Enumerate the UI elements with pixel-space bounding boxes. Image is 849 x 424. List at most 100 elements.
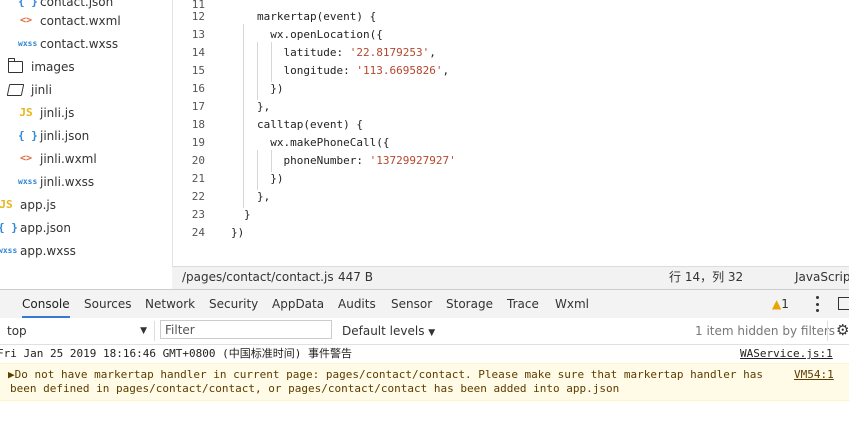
tree-item-app-json[interactable]: { } app.json: [0, 218, 71, 238]
tree-item-jinli-wxml[interactable]: <> jinli.wxml: [18, 149, 97, 169]
tree-item-label: contact.wxss: [40, 37, 119, 51]
tree-item-label: jinli.wxss: [40, 175, 95, 189]
tab-audits[interactable]: Audits: [338, 290, 376, 318]
context-selector[interactable]: top ▼: [6, 321, 150, 342]
code-line: wx.makePhoneCall({: [257, 136, 390, 149]
tree-item-images-folder[interactable]: images: [8, 57, 75, 77]
wxss-icon: wxss: [0, 246, 18, 255]
file-tree: { } contact.json <> contact.wxml wxss co…: [0, 0, 173, 266]
tab-sources[interactable]: Sources: [84, 290, 131, 318]
js-icon: JS: [0, 198, 13, 211]
source-link[interactable]: VM54:1: [794, 368, 834, 381]
wxss-icon: wxss: [18, 177, 38, 186]
tab-console[interactable]: Console: [22, 290, 70, 318]
dropdown-arrow-icon: ▼: [140, 326, 147, 336]
line-number: 17: [191, 100, 205, 113]
line-number: 20: [191, 154, 205, 167]
console-message-text: Fri Jan 25 2019 18:16:46 GMT+0800 (中国标准时…: [0, 347, 353, 360]
log-levels-dropdown[interactable]: Default levels ▼: [342, 322, 435, 342]
line-number: 18: [191, 118, 205, 131]
cursor-position[interactable]: 行 14，列 32: [669, 267, 743, 288]
tree-item-label: jinli: [31, 83, 52, 97]
code-line: wx.openLocation({: [257, 28, 383, 41]
tree-item-contact-wxml[interactable]: <> contact.wxml: [18, 11, 121, 31]
tab-sensor[interactable]: Sensor: [391, 290, 432, 318]
devtools-tabbar: Console Sources Network Security AppData…: [0, 289, 849, 319]
code-line: latitude: '22.8179253',: [257, 46, 436, 59]
hidden-items-info: 1 item hidden by filters: [695, 324, 836, 338]
wxml-icon: <>: [19, 15, 33, 26]
divider: [154, 321, 155, 341]
tree-item-label: images: [31, 60, 75, 74]
line-number: 12: [191, 10, 205, 23]
console-filter-bar: top ▼ Default levels ▼ 1 item hidden by …: [0, 318, 849, 345]
dropdown-arrow-icon: ▼: [428, 328, 436, 338]
warning-icon: ▲: [772, 297, 782, 311]
language-mode[interactable]: JavaScript: [795, 267, 849, 288]
folder-icon: [8, 58, 23, 73]
code-line: }): [231, 226, 245, 239]
code-line: }): [257, 82, 284, 95]
code-line: },: [257, 100, 271, 113]
console-output: Fri Jan 25 2019 18:16:46 GMT+0800 (中国标准时…: [0, 345, 849, 424]
line-number: 14: [191, 46, 205, 59]
folder-open-icon: [6, 84, 25, 96]
code-line: markertap(event) {: [257, 10, 377, 23]
tab-appdata[interactable]: AppData: [272, 290, 324, 318]
code-line: calltap(event) {: [257, 118, 363, 131]
code-line: phoneNumber: '13729927927': [257, 154, 456, 167]
line-number: 23: [191, 208, 205, 221]
context-selector-value: top: [7, 324, 27, 338]
indent-guide: [243, 24, 244, 208]
file-path: /pages/contact/contact.js: [182, 270, 334, 284]
wxss-icon: wxss: [18, 39, 38, 48]
gear-icon[interactable]: ⚙: [836, 321, 849, 339]
js-icon: JS: [19, 106, 33, 119]
tab-network[interactable]: Network: [145, 290, 195, 318]
dock-side-icon[interactable]: [838, 297, 849, 310]
line-number: 15: [191, 64, 205, 77]
more-options-icon[interactable]: [812, 296, 822, 312]
line-number: 21: [191, 172, 205, 185]
tree-item-app-js[interactable]: JS app.js: [0, 195, 56, 215]
tab-storage[interactable]: Storage: [446, 290, 493, 318]
tab-trace[interactable]: Trace: [507, 290, 539, 318]
tree-item-jinli-wxss[interactable]: wxss jinli.wxss: [18, 172, 94, 192]
tab-wxml[interactable]: Wxml: [555, 290, 589, 318]
json-icon: { }: [0, 221, 18, 234]
divider: [827, 321, 828, 341]
warning-counter[interactable]: ▲1: [772, 290, 789, 318]
warning-text-line: ▶Do not have markertap handler in curren…: [8, 368, 763, 381]
tree-item-contact-wxss[interactable]: wxss contact.wxss: [18, 34, 118, 54]
code-line: },: [257, 190, 271, 203]
code-line: }): [257, 172, 284, 185]
filter-input[interactable]: [160, 320, 332, 339]
tree-item-label: jinli.js: [40, 106, 75, 120]
code-line: }: [244, 208, 251, 221]
tab-security[interactable]: Security: [209, 290, 258, 318]
tree-item-jinli-js[interactable]: JS jinli.js: [18, 103, 74, 123]
code-editor[interactable]: 11 12 markertap(event) { 13 wx.openLocat…: [173, 0, 849, 266]
line-number: 24: [191, 226, 205, 239]
tree-item-jinli-json[interactable]: { } jinli.json: [18, 126, 89, 146]
line-number: 16: [191, 82, 205, 95]
line-number: 13: [191, 28, 205, 41]
line-number: 19: [191, 136, 205, 149]
tree-item-app-wxss[interactable]: wxss app.wxss: [0, 241, 76, 261]
json-icon: { }: [18, 129, 38, 142]
file-size: 447 B: [338, 270, 373, 284]
wxml-icon: <>: [19, 153, 33, 164]
tree-item-label: app.json: [20, 221, 71, 235]
tree-item-label: contact.wxml: [40, 14, 121, 28]
source-link[interactable]: WAService.js:1: [740, 345, 833, 363]
tree-item-label: app.js: [20, 198, 56, 212]
console-message: Fri Jan 25 2019 18:16:46 GMT+0800 (中国标准时…: [0, 345, 849, 363]
tree-item-label: jinli.wxml: [40, 152, 97, 166]
tree-item-label: jinli.json: [40, 129, 90, 143]
tree-item-jinli-folder[interactable]: jinli: [6, 80, 52, 100]
warning-text-line: been defined in pages/contact/contact, o…: [10, 382, 620, 395]
console-warning-message[interactable]: ▶Do not have markertap handler in curren…: [0, 363, 849, 401]
editor-status-bar: /pages/contact/contact.js 447 B 行 14，列 3…: [172, 266, 849, 289]
code-line: longitude: '113.6695826',: [257, 64, 450, 77]
line-number: 22: [191, 190, 205, 203]
